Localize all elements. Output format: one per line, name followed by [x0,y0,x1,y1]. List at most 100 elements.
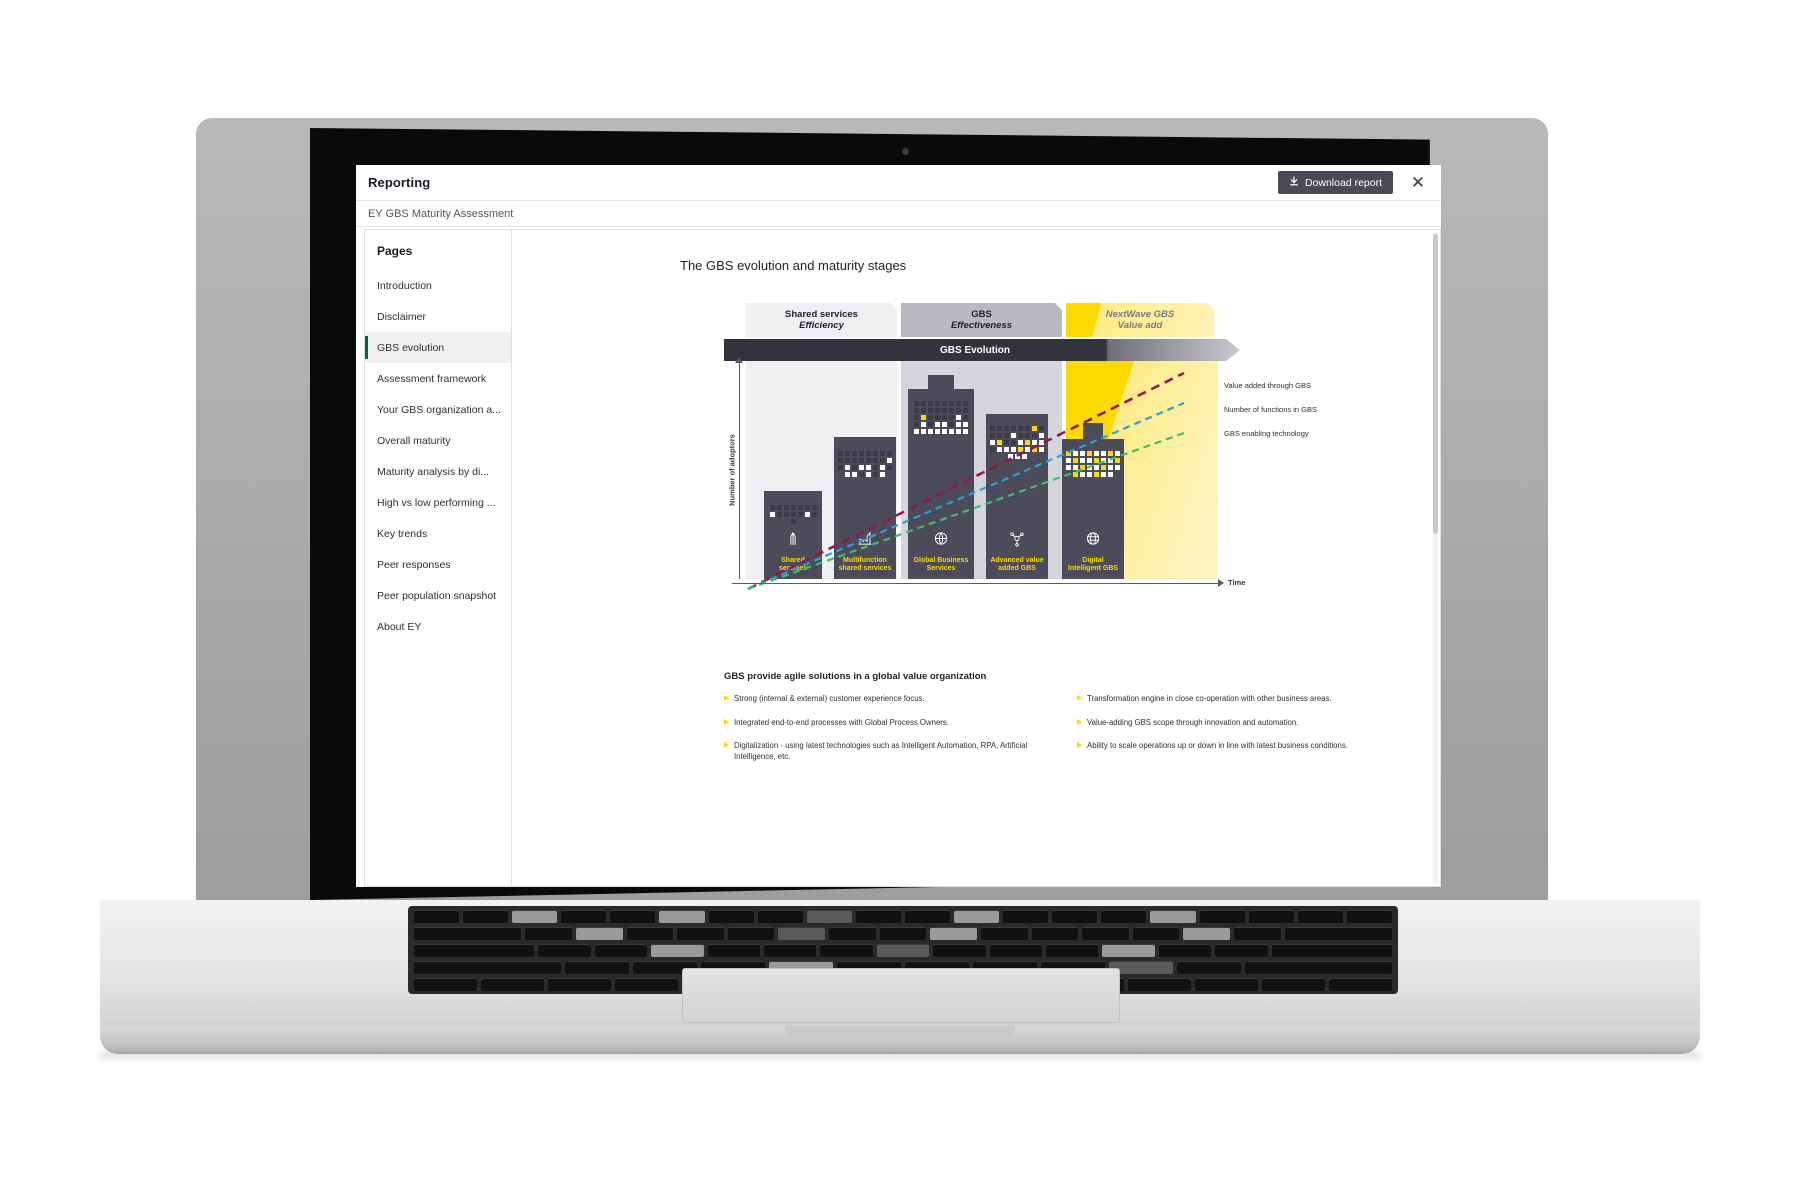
sidebar-item-label: Your GBS organization a... [377,403,501,416]
sidebar-item-label: About EY [377,620,422,633]
y-axis-label: Number of adoptors [727,434,737,506]
laptop-trackpad [682,968,1120,1023]
sidebar-item-label: Disclaimer [377,310,427,323]
stage-label-4: Advanced value added GBS [990,556,1044,572]
bullet-triangle-icon [724,718,729,725]
bullet-triangle-icon [724,742,729,749]
download-report-label: Download report [1304,176,1382,189]
content-scrollbar-thumb[interactable] [1433,234,1438,534]
sidebar-item-high-vs-low-performing[interactable]: High vs low performing ... [365,487,511,518]
band-subtitle: Value add [1117,320,1163,331]
band-title: Shared services [785,308,858,320]
list-item: Integrated end-to-end processes with Glo… [724,718,1051,729]
sidebar-item-label: Maturity analysis by di... [377,465,490,478]
sidebar-item-key-trends[interactable]: Key trends [365,518,511,549]
list-item: Value-adding GBS scope through innovatio… [1077,718,1404,729]
stage-label-1: Shared services [778,556,808,572]
band-nextwave-gbs: NextWave GBS Value add [1066,303,1214,337]
y-axis: Number of adoptors [727,357,746,579]
sidebar-item-label: Peer responses [377,558,451,571]
band-title: NextWave GBS [1105,308,1175,320]
gbs-evolution-arrow: GBS Evolution [724,339,1240,361]
band-subtitle: Effectiveness [950,320,1013,331]
report-subtitle-bar: EY GBS Maturity Assessment [356,201,1441,227]
band-subtitle: Efficiency [799,320,844,331]
webcam-icon [902,148,909,155]
band-title: GBS [971,308,992,320]
sidebar-item-introduction[interactable]: Introduction [365,270,511,301]
globe-grid-icon [933,530,950,547]
gbs-evolution-arrow-label: GBS Evolution [940,344,1010,356]
x-axis-label: Time [1228,578,1246,587]
legend-item-value-added: Value added through GBS [1224,381,1312,390]
page-title: The GBS evolution and maturity stages [680,258,907,273]
bullet-text: Transformation engine in close co-operat… [1087,694,1332,703]
download-report-button[interactable]: Download report [1277,171,1393,194]
sidebar-item-label: Key trends [377,527,428,540]
sidebar-item-label: Assessment framework [377,372,487,385]
x-axis-arrow-icon [1218,579,1224,587]
bullets-column-right: Transformation engine in close co-operat… [1077,694,1404,775]
app-body: Pages Introduction Disclaimer GBS evolut… [356,227,1441,887]
bullets-columns: Strong (internal & external) customer ex… [724,694,1404,775]
gbs-evolution-chart: Shared services Efficiency GBS Effective… [724,303,1324,633]
close-icon[interactable]: ✕ [1407,172,1429,194]
sidebar-item-label: GBS evolution [377,341,445,354]
header-actions: Download report ✕ [1277,171,1429,194]
bullet-text: Strong (internal & external) customer ex… [734,694,925,703]
laptop-screen: Reporting Download report ✕ EY GBS Matur… [356,165,1441,887]
bullets-section: GBS provide agile solutions in a global … [724,671,1404,775]
sidebar-item-overall-maturity[interactable]: Overall maturity [365,425,511,456]
bullet-triangle-icon [724,695,729,701]
report-subtitle: EY GBS Maturity Assessment [368,207,514,220]
x-axis: Time [732,578,1245,591]
report-content: The GBS evolution and maturity stages Sh… [512,229,1441,887]
sidebar-title: Pages [377,244,413,258]
keyboard-row [408,910,1398,923]
x-axis-line [732,583,1220,584]
sidebar-item-label: Peer population snapshot [377,589,497,602]
sidebar-item-gbs-evolution[interactable]: GBS evolution [365,332,511,363]
keyboard-row [408,944,1398,957]
stage-label-5: Digital Intelligent GBS [1067,556,1119,572]
list-item: Strong (internal & external) customer ex… [724,694,1051,705]
stage-building-2: Multifunction shared services [834,437,896,579]
sidebar-item-peer-population-snapshot[interactable]: Peer population snapshot [365,580,511,611]
sidebar-item-disclaimer[interactable]: Disclaimer [365,301,511,332]
globe-icon [1085,530,1102,547]
sidebar-item-about-ey[interactable]: About EY [365,611,511,642]
sidebar-item-assessment-framework[interactable]: Assessment framework [365,363,511,394]
stage-building-1: Shared services [764,491,822,579]
laptop-shadow [100,1052,1700,1062]
list-item: Ability to scale operations up or down i… [1077,741,1404,752]
maturity-band-row: Shared services Efficiency GBS Effective… [746,303,1218,337]
bullet-triangle-icon [1077,742,1082,749]
legend-item-technology: GBS enabling technology [1224,428,1309,438]
chart-legend: Value added through GBS Number of functi… [1224,381,1332,452]
list-item: Transformation engine in close co-operat… [1077,694,1404,705]
bullet-triangle-icon [1077,695,1082,701]
keyboard-row [408,927,1398,940]
download-icon [1289,176,1299,189]
bullet-text: Integrated end-to-end processes with Glo… [734,717,949,727]
bullet-text: Digitalization - using latest technologi… [734,741,1028,761]
sidebar-item-peer-responses[interactable]: Peer responses [365,549,511,580]
sidebar-item-maturity-analysis[interactable]: Maturity analysis by di... [365,456,511,487]
y-axis-line [739,361,740,579]
sidebar-item-your-gbs-organization[interactable]: Your GBS organization a... [365,394,511,425]
stage-label-3: Global Business Services [913,556,969,572]
chart-plot-area: Shared services Multifunction shared ser… [746,361,1218,579]
sidebar-item-label: High vs low performing ... [377,496,496,509]
bullets-title: GBS provide agile solutions in a global … [724,671,987,682]
band-gbs: GBS Effectiveness [901,303,1062,337]
network-node-icon [1009,530,1026,547]
stage-building-5: Digital Intelligent GBS [1062,423,1124,579]
bullet-text: Ability to scale operations up or down i… [1087,741,1348,751]
reporting-app: Reporting Download report ✕ EY GBS Matur… [356,165,1441,887]
sidebar-item-label: Overall maturity [377,434,451,447]
arrow-up-icon [785,530,802,547]
factory-icon [857,530,874,547]
bullet-text: Value-adding GBS scope through innovatio… [1087,717,1299,727]
list-item: Digitalization - using latest technologi… [724,741,1051,762]
sidebar-item-label: Introduction [377,279,432,292]
